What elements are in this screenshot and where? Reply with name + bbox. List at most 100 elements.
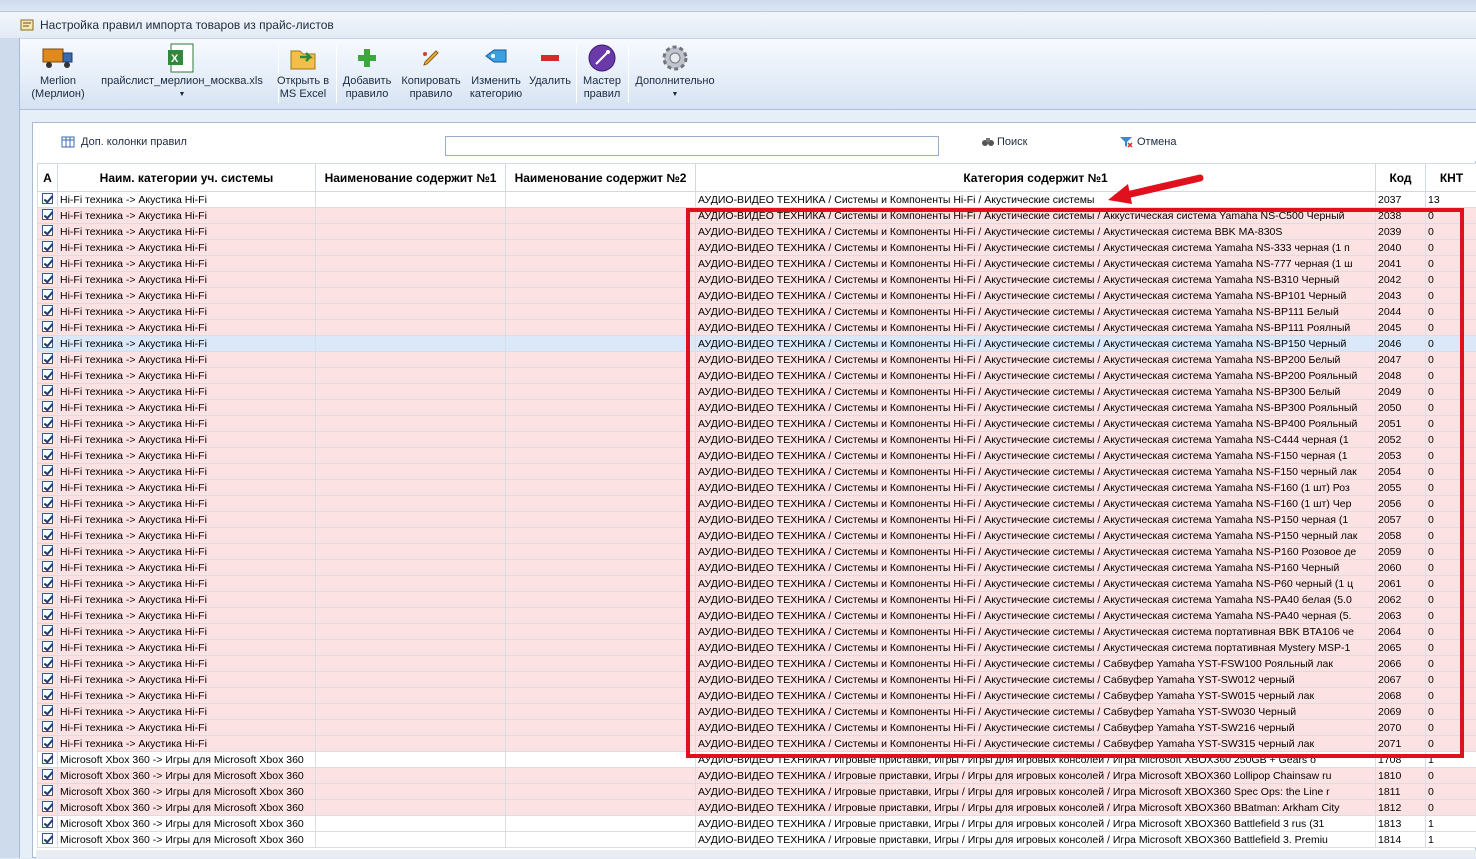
code-cell[interactable]: 2065: [1376, 640, 1426, 656]
checkbox-checked-icon[interactable]: [42, 641, 53, 652]
active-checkbox[interactable]: [38, 336, 58, 352]
active-checkbox[interactable]: [38, 352, 58, 368]
name-contains-2-cell[interactable]: [506, 272, 696, 288]
active-checkbox[interactable]: [38, 240, 58, 256]
knt-cell[interactable]: 1: [1426, 832, 1476, 848]
code-cell[interactable]: 2057: [1376, 512, 1426, 528]
name-contains-2-cell[interactable]: [506, 320, 696, 336]
table-row[interactable]: Microsoft Xbox 360 -> Игры для Microsoft…: [38, 816, 1476, 832]
knt-cell[interactable]: 0: [1426, 416, 1476, 432]
checkbox-checked-icon[interactable]: [42, 369, 53, 380]
checkbox-checked-icon[interactable]: [42, 817, 53, 828]
code-cell[interactable]: 2063: [1376, 608, 1426, 624]
table-row[interactable]: Hi-Fi техника -> Акустика Hi-FiАУДИО-ВИД…: [38, 576, 1476, 592]
edit-category-button[interactable]: Изменить категорию: [466, 41, 526, 109]
knt-cell[interactable]: 0: [1426, 272, 1476, 288]
checkbox-checked-icon[interactable]: [42, 625, 53, 636]
code-cell[interactable]: 2037: [1376, 192, 1426, 208]
code-cell[interactable]: 2054: [1376, 464, 1426, 480]
checkbox-checked-icon[interactable]: [42, 609, 53, 620]
name-contains-2-cell[interactable]: [506, 768, 696, 784]
name-contains-1-cell[interactable]: [316, 464, 506, 480]
category-cell[interactable]: Hi-Fi техника -> Акустика Hi-Fi: [58, 320, 316, 336]
table-row[interactable]: Microsoft Xbox 360 -> Игры для Microsoft…: [38, 800, 1476, 816]
table-row[interactable]: Hi-Fi техника -> Акустика Hi-FiАУДИО-ВИД…: [38, 496, 1476, 512]
category-cell[interactable]: Hi-Fi техника -> Акустика Hi-Fi: [58, 352, 316, 368]
name-contains-2-cell[interactable]: [506, 720, 696, 736]
table-row[interactable]: Microsoft Xbox 360 -> Игры для Microsoft…: [38, 768, 1476, 784]
checkbox-checked-icon[interactable]: [42, 561, 53, 572]
knt-cell[interactable]: 0: [1426, 768, 1476, 784]
name-contains-2-cell[interactable]: [506, 640, 696, 656]
table-row[interactable]: Hi-Fi техника -> Акустика Hi-FiАУДИО-ВИД…: [38, 288, 1476, 304]
name-contains-2-cell[interactable]: [506, 288, 696, 304]
name-contains-1-cell[interactable]: [316, 400, 506, 416]
name-contains-1-cell[interactable]: [316, 592, 506, 608]
category-contains-cell[interactable]: АУДИО-ВИДЕО ТЕХНИКА / Системы и Компонен…: [696, 416, 1376, 432]
code-cell[interactable]: 2042: [1376, 272, 1426, 288]
name-contains-1-cell[interactable]: [316, 272, 506, 288]
code-cell[interactable]: 1813: [1376, 816, 1426, 832]
table-row[interactable]: Hi-Fi техника -> Акустика Hi-FiАУДИО-ВИД…: [38, 704, 1476, 720]
knt-cell[interactable]: 0: [1426, 320, 1476, 336]
table-row[interactable]: Hi-Fi техника -> Акустика Hi-FiАУДИО-ВИД…: [38, 400, 1476, 416]
table-row[interactable]: Hi-Fi техника -> Акустика Hi-FiАУДИО-ВИД…: [38, 304, 1476, 320]
active-checkbox[interactable]: [38, 384, 58, 400]
code-cell[interactable]: 2066: [1376, 656, 1426, 672]
knt-cell[interactable]: 0: [1426, 704, 1476, 720]
checkbox-checked-icon[interactable]: [42, 769, 53, 780]
name-contains-2-cell[interactable]: [506, 400, 696, 416]
active-checkbox[interactable]: [38, 800, 58, 816]
code-cell[interactable]: 2060: [1376, 560, 1426, 576]
category-contains-cell[interactable]: АУДИО-ВИДЕО ТЕХНИКА / Системы и Компонен…: [696, 688, 1376, 704]
table-row[interactable]: Hi-Fi техника -> Акустика Hi-FiАУДИО-ВИД…: [38, 528, 1476, 544]
active-checkbox[interactable]: [38, 192, 58, 208]
category-cell[interactable]: Hi-Fi техника -> Акустика Hi-Fi: [58, 640, 316, 656]
checkbox-checked-icon[interactable]: [42, 449, 53, 460]
knt-cell[interactable]: 13: [1426, 192, 1476, 208]
name-contains-1-cell[interactable]: [316, 352, 506, 368]
code-cell[interactable]: 2062: [1376, 592, 1426, 608]
name-contains-1-cell[interactable]: [316, 800, 506, 816]
code-cell[interactable]: 2061: [1376, 576, 1426, 592]
copy-rule-button[interactable]: Копировать правило: [398, 41, 464, 109]
code-cell[interactable]: 1810: [1376, 768, 1426, 784]
name-contains-2-cell[interactable]: [506, 432, 696, 448]
category-contains-cell[interactable]: АУДИО-ВИДЕО ТЕХНИКА / Системы и Компонен…: [696, 592, 1376, 608]
category-contains-cell[interactable]: АУДИО-ВИДЕО ТЕХНИКА / Системы и Компонен…: [696, 640, 1376, 656]
table-row[interactable]: Hi-Fi техника -> Акустика Hi-FiАУДИО-ВИД…: [38, 720, 1476, 736]
code-cell[interactable]: 2070: [1376, 720, 1426, 736]
table-row[interactable]: Hi-Fi техника -> Акустика Hi-FiАУДИО-ВИД…: [38, 272, 1476, 288]
category-cell[interactable]: Hi-Fi техника -> Акустика Hi-Fi: [58, 464, 316, 480]
checkbox-checked-icon[interactable]: [42, 433, 53, 444]
name-contains-1-cell[interactable]: [316, 480, 506, 496]
name-contains-2-cell[interactable]: [506, 656, 696, 672]
checkbox-checked-icon[interactable]: [42, 353, 53, 364]
name-contains-2-cell[interactable]: [506, 704, 696, 720]
knt-cell[interactable]: 0: [1426, 448, 1476, 464]
code-cell[interactable]: 2052: [1376, 432, 1426, 448]
category-cell[interactable]: Hi-Fi техника -> Акустика Hi-Fi: [58, 656, 316, 672]
column-header-name-contains-1[interactable]: Наименование содержит №1: [316, 164, 506, 192]
table-row[interactable]: Hi-Fi техника -> Акустика Hi-FiАУДИО-ВИД…: [38, 560, 1476, 576]
table-row[interactable]: Hi-Fi техника -> Акустика Hi-FiАУДИО-ВИД…: [38, 368, 1476, 384]
knt-cell[interactable]: 0: [1426, 560, 1476, 576]
category-contains-cell[interactable]: АУДИО-ВИДЕО ТЕХНИКА / Системы и Компонен…: [696, 528, 1376, 544]
name-contains-2-cell[interactable]: [506, 448, 696, 464]
name-contains-1-cell[interactable]: [316, 496, 506, 512]
category-cell[interactable]: Hi-Fi техника -> Акустика Hi-Fi: [58, 688, 316, 704]
table-row[interactable]: Hi-Fi техника -> Акустика Hi-FiАУДИО-ВИД…: [38, 448, 1476, 464]
active-checkbox[interactable]: [38, 736, 58, 752]
table-row[interactable]: Hi-Fi техника -> Акустика Hi-FiАУДИО-ВИД…: [38, 592, 1476, 608]
active-checkbox[interactable]: [38, 656, 58, 672]
code-cell[interactable]: 2051: [1376, 416, 1426, 432]
checkbox-checked-icon[interactable]: [42, 705, 53, 716]
table-row[interactable]: Hi-Fi техника -> Акустика Hi-FiАУДИО-ВИД…: [38, 256, 1476, 272]
knt-cell[interactable]: 0: [1426, 720, 1476, 736]
horizontal-scrollbar[interactable]: [36, 850, 1476, 858]
checkbox-checked-icon[interactable]: [42, 513, 53, 524]
name-contains-2-cell[interactable]: [506, 416, 696, 432]
knt-cell[interactable]: 0: [1426, 464, 1476, 480]
name-contains-1-cell[interactable]: [316, 816, 506, 832]
name-contains-1-cell[interactable]: [316, 576, 506, 592]
